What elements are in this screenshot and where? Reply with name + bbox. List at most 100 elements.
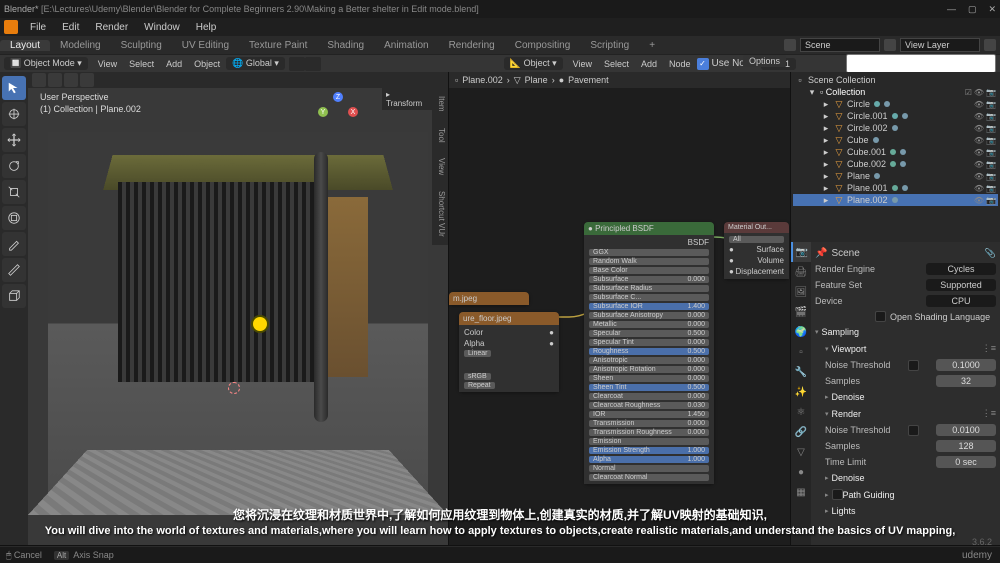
ptab-viewlayer[interactable]: 🖼 [791,282,811,302]
maximize-button[interactable]: ▢ [968,4,977,15]
cursor-tool[interactable] [2,102,26,126]
menu-window[interactable]: Window [136,22,188,33]
filter-icon[interactable] [984,39,996,51]
annotate-tool[interactable] [2,232,26,256]
outliner-item-plane[interactable]: ▸▽Plane👁📷 [793,170,998,182]
bsdf-specular-tint[interactable]: Specular Tint0.000 [589,339,709,346]
select-tool[interactable] [2,76,26,100]
bsdf-clearcoat-roughness[interactable]: Clearcoat Roughness0.030 [589,402,709,409]
osl-checkbox[interactable] [875,311,886,322]
bsdf-clearcoat-normal[interactable]: Clearcoat Normal [589,474,709,481]
vp-noise-threshold[interactable]: 0.1000 [936,359,996,371]
item-render-toggle[interactable]: 📷 [986,112,996,121]
tab-rendering[interactable]: Rendering [439,40,505,51]
coll-render-toggle[interactable]: 📷 [986,88,996,97]
rd-noise-cb[interactable] [908,425,919,436]
item-render-toggle[interactable]: 📷 [986,196,996,205]
ptab-physics[interactable]: ⚛ [791,402,811,422]
bsdf-subsurface-c-[interactable]: Subsurface C... [589,294,709,301]
feature-set-dropdown[interactable]: Supported [926,279,996,291]
transform-tool[interactable] [2,206,26,230]
vtab-view[interactable]: View [432,150,448,183]
bsdf-subsurface-anisotropy[interactable]: Subsurface Anisotropy0.000 [589,312,709,319]
add-cube-tool[interactable] [2,284,26,308]
tab-modeling[interactable]: Modeling [50,40,111,51]
rd-time-limit[interactable]: 0 sec [936,456,996,468]
bsdf-subsurface-radius[interactable]: Subsurface Radius [589,285,709,292]
viewlayer-icon[interactable] [884,39,896,51]
ptab-particles[interactable]: ✨ [791,382,811,402]
image-node-1-header[interactable]: m.jpeg [449,292,529,305]
bsdf-subsurface[interactable]: Subsurface0.000 [589,276,709,283]
vp-noise-cb[interactable] [908,360,919,371]
bsdf-subsurface-ior[interactable]: Subsurface IOR1.400 [589,303,709,310]
menu-render[interactable]: Render [87,22,136,33]
scale-tool[interactable] [2,180,26,204]
bc-material[interactable]: Pavement [568,75,609,85]
menu-help[interactable]: Help [188,22,225,33]
ptab-world[interactable]: 🌍 [791,322,811,342]
ptab-material[interactable]: ● [791,462,811,482]
bsdf-transmission[interactable]: Transmission0.000 [589,420,709,427]
material-output-node[interactable]: Material Out... All ●Surface ●Volume ●Di… [724,222,789,279]
blender-icon[interactable] [4,20,18,34]
select-mode-2[interactable] [48,73,62,87]
bsdf-specular[interactable]: Specular0.500 [589,330,709,337]
add-menu-3d[interactable]: Add [160,59,188,69]
device-dropdown[interactable]: CPU [926,295,996,307]
vtab-item[interactable]: Item [432,88,448,120]
rd-noise-threshold[interactable]: 0.0100 [936,424,996,436]
scene-icon[interactable] [784,39,796,51]
rd-denoise-section[interactable]: Denoise [825,470,996,486]
bsdf-metallic[interactable]: Metallic0.000 [589,321,709,328]
tab-uv-editing[interactable]: UV Editing [172,40,239,51]
pivot-toggle[interactable] [289,57,305,71]
add-menu-shader[interactable]: Add [635,59,663,69]
viewport-sampling-section[interactable]: Viewport⋮≡ [825,340,996,357]
outliner-item-cube-002[interactable]: ▸▽Cube.002👁📷 [793,158,998,170]
select-menu-3d[interactable]: Select [123,59,160,69]
outliner-item-circle[interactable]: ▸▽Circle👁📷 [793,98,998,110]
item-vis-toggle[interactable]: 👁 [974,112,984,121]
item-render-toggle[interactable]: 📷 [986,184,996,193]
orientation-dropdown[interactable]: 🌐 Global ▾ [226,57,285,70]
vp-samples[interactable]: 32 [936,375,996,387]
close-button[interactable]: ✕ [988,4,996,15]
bsdf-header[interactable]: ● Principled BSDF [584,222,714,235]
sampling-section[interactable]: Sampling [815,324,996,340]
ptab-data[interactable]: ▽ [791,442,811,462]
bsdf-alpha[interactable]: Alpha1.000 [589,456,709,463]
render-engine-dropdown[interactable]: Cycles [926,263,996,275]
outliner[interactable]: ▫Scene Collection▾▫ Collection☑👁📷▸▽Circl… [791,72,1000,242]
outliner-item-plane-002[interactable]: ▸▽Plane.002👁📷 [793,194,998,206]
lights-section[interactable]: Lights [825,503,996,519]
item-render-toggle[interactable]: 📷 [986,100,996,109]
scene-name-input[interactable] [800,38,880,52]
coll-vis-toggle[interactable]: 👁 [974,88,984,97]
item-vis-toggle[interactable]: 👁 [974,148,984,157]
gizmo-x[interactable]: X [348,107,358,117]
view-menu-shader[interactable]: View [567,59,598,69]
outliner-item-plane-001[interactable]: ▸▽Plane.001👁📷 [793,182,998,194]
bsdf-transmission-roughness[interactable]: Transmission Roughness0.000 [589,429,709,436]
bc-mesh[interactable]: Plane [525,75,548,85]
move-tool[interactable] [2,128,26,152]
snap-toggle[interactable] [305,57,321,71]
item-render-toggle[interactable]: 📷 [986,172,996,181]
ptab-texture[interactable]: ▦ [791,482,811,502]
bsdf-emission-strength[interactable]: Emission Strength1.000 [589,447,709,454]
bsdf-clearcoat[interactable]: Clearcoat0.000 [589,393,709,400]
viewlayer-name-input[interactable] [900,38,980,52]
select-mode-4[interactable] [80,73,94,87]
item-vis-toggle[interactable]: 👁 [974,100,984,109]
tab-layout[interactable]: Layout [0,40,50,51]
image-texture-node[interactable]: ure_floor.jpeg Color● Alpha● Linear sRGB… [459,312,559,392]
rotate-tool[interactable] [2,154,26,178]
bsdf-sheen[interactable]: Sheen0.000 [589,375,709,382]
vp-denoise-section[interactable]: Denoise [825,389,996,405]
item-vis-toggle[interactable]: 👁 [974,172,984,181]
item-vis-toggle[interactable]: 👁 [974,136,984,145]
outliner-item-cube[interactable]: ▸▽Cube👁📷 [793,134,998,146]
item-vis-toggle[interactable]: 👁 [974,184,984,193]
item-vis-toggle[interactable]: 👁 [974,160,984,169]
